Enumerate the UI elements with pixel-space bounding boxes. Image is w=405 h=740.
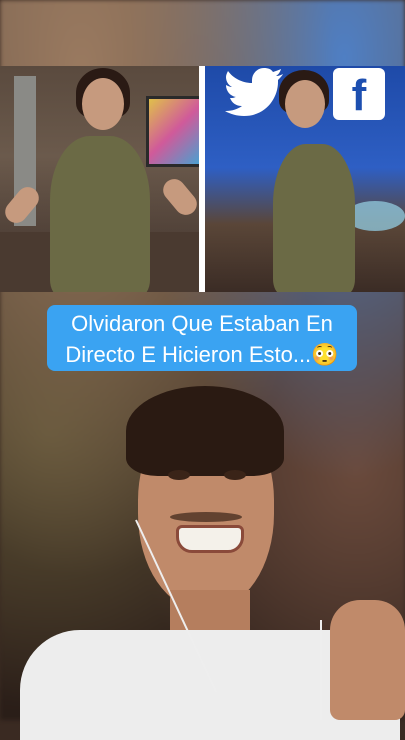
raised-arm-left — [0, 182, 44, 228]
raised-arm-right — [158, 174, 199, 220]
studio-painting — [146, 96, 199, 167]
earphone-cable-right — [320, 620, 322, 720]
grinning-mouth — [176, 525, 244, 553]
presenter-dress-squat — [273, 144, 355, 292]
mustache — [170, 512, 242, 522]
video-caption: Olvidaron Que Estaban En Directo E Hicie… — [47, 305, 357, 371]
left-tv-still — [0, 66, 199, 292]
right-eye — [224, 470, 246, 480]
hand-holding-earphone — [330, 600, 405, 720]
presenter-face — [82, 78, 124, 130]
facebook-logo-icon: f — [333, 68, 385, 120]
presenter-dress — [50, 136, 150, 292]
right-tv-still: f — [205, 66, 405, 292]
presenter-face-right — [285, 80, 325, 128]
twitter-logo-icon — [225, 68, 283, 116]
left-eye — [168, 470, 190, 480]
reaction-hair — [126, 386, 284, 476]
